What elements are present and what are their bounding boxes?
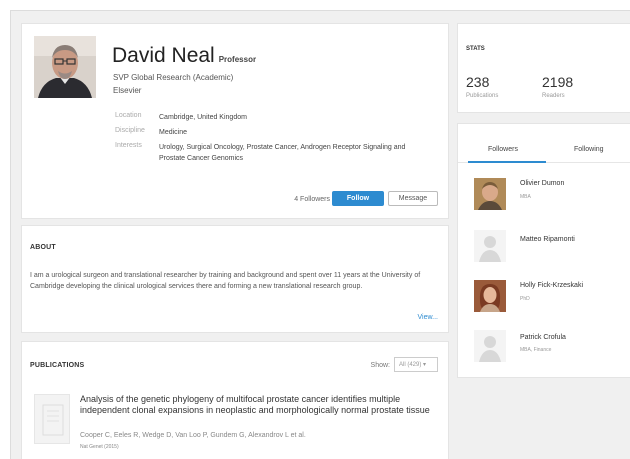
publications-filter-select[interactable]: All (429) ▾ <box>394 357 438 372</box>
person-subtitle: MBA <box>520 194 531 200</box>
profile-name: David Neal <box>112 44 215 67</box>
active-tab-indicator <box>468 161 546 163</box>
person-avatar[interactable] <box>474 178 506 210</box>
detail-value: Cambridge, United Kingdom <box>159 114 247 121</box>
about-card: ABOUT I am a urological surgeon and tran… <box>21 225 449 333</box>
stat-publications-label: Publications <box>466 93 499 99</box>
publications-filter-value: All (429) <box>399 362 422 368</box>
stat-readers-label: Readers <box>542 93 565 99</box>
about-title: ABOUT <box>30 244 56 251</box>
publication-authors: Cooper C, Eeles R, Wedge D, Van Loo P, G… <box>80 432 306 439</box>
detail-interests: Interests Urology, Surgical Oncology, Pro… <box>115 142 429 164</box>
publication-thumbnail[interactable] <box>34 394 70 444</box>
person-subtitle: MBA, Finance <box>520 347 552 353</box>
about-more-link[interactable]: View... <box>418 314 439 321</box>
stat-readers-value: 2198 <box>542 74 574 90</box>
detail-label: Interests <box>115 142 142 149</box>
profile-title-tag: Professor <box>218 55 257 64</box>
followers-count[interactable]: 4 Followers <box>294 196 330 203</box>
stats-title: STATS <box>466 46 485 52</box>
profile-card: David Neal Professor SVP Global Research … <box>21 23 449 219</box>
profile-avatar <box>34 36 96 98</box>
chevron-down-icon: ▾ <box>423 362 427 368</box>
detail-value: Medicine <box>159 129 188 136</box>
stats-card: STATS 238 Publications 2198 Readers <box>457 23 630 113</box>
person-avatar[interactable] <box>474 280 506 312</box>
detail-value: Urology, Surgical Oncology, Prostate Can… <box>159 144 406 162</box>
person-name[interactable]: Patrick Crofula <box>520 334 566 341</box>
followers-card: Followers Following Olivier Dumon MBA Ma… <box>457 123 630 378</box>
publications-card: PUBLICATIONS Show: All (429) ▾ Analysis … <box>21 341 449 459</box>
publication-journal: Nat Genet (2015) <box>80 444 119 450</box>
publications-title: PUBLICATIONS <box>30 362 85 369</box>
detail-discipline: Discipline Medicine <box>115 127 429 138</box>
message-button[interactable]: Message <box>388 191 438 206</box>
profile-name-row: David Neal Professor <box>112 44 256 68</box>
tab-followers[interactable]: Followers <box>488 146 518 153</box>
profile-organization: Elsevier <box>113 86 142 95</box>
person-name[interactable]: Olivier Dumon <box>520 180 564 187</box>
person-subtitle: PhD <box>520 296 530 302</box>
tab-following[interactable]: Following <box>574 146 604 153</box>
detail-location: Location Cambridge, United Kingdom <box>115 112 429 123</box>
person-name[interactable]: Matteo Ripamonti <box>520 236 575 243</box>
publication-title[interactable]: Analysis of the genetic phylogeny of mul… <box>80 394 430 416</box>
follow-button[interactable]: Follow <box>332 191 384 206</box>
detail-label: Location <box>115 112 142 119</box>
page-frame: David Neal Professor SVP Global Research … <box>10 10 630 459</box>
about-text: I am a urological surgeon and translatio… <box>30 272 421 290</box>
stat-publications-value: 238 <box>466 74 490 90</box>
detail-label: Discipline <box>115 127 145 134</box>
profile-position: SVP Global Research (Academic) <box>113 73 234 82</box>
show-label: Show: <box>370 362 390 369</box>
default-avatar-icon[interactable] <box>474 330 506 362</box>
person-name[interactable]: Holly Fick-Krzeskaki <box>520 282 583 289</box>
default-avatar-icon[interactable] <box>474 230 506 262</box>
